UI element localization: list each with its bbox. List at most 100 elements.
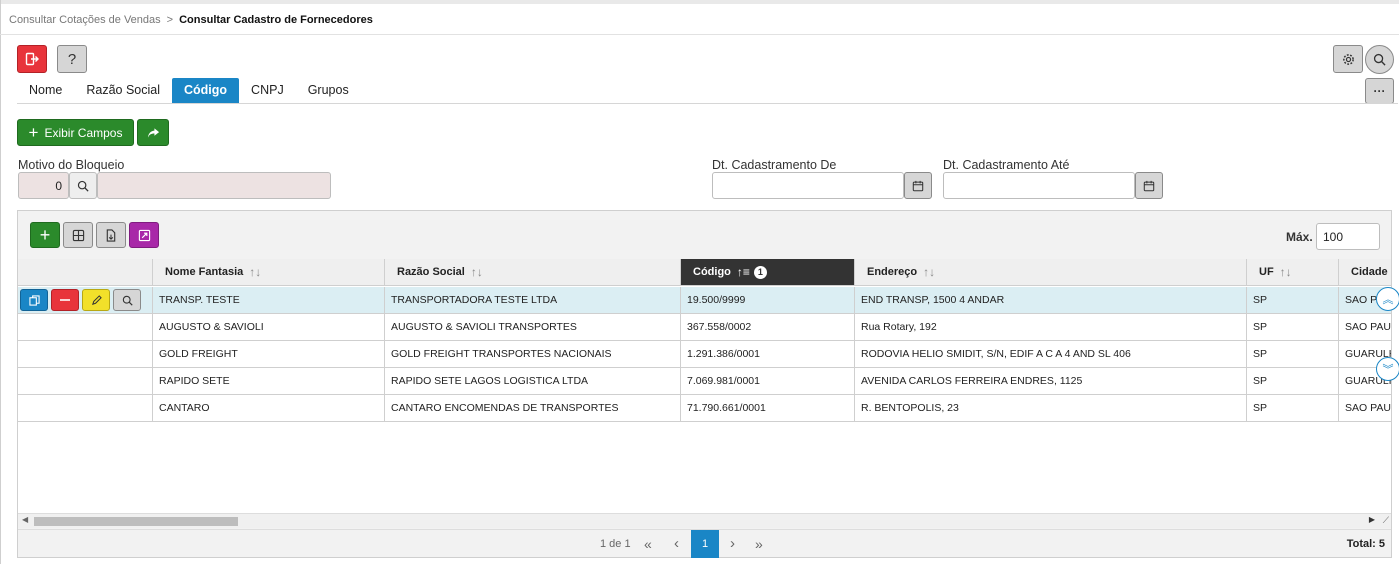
- exit-button[interactable]: [17, 45, 47, 73]
- table-row[interactable]: AUGUSTO & SAVIOLI AUGUSTO & SAVIOLI TRAN…: [18, 314, 1391, 341]
- view-button[interactable]: [113, 289, 141, 311]
- current-page-button[interactable]: 1: [691, 530, 719, 558]
- dt-cadastramento-ate-field[interactable]: [943, 172, 1135, 199]
- dt-cadastramento-ate-label: Dt. Cadastramento Até: [943, 158, 1070, 172]
- horizontal-scrollbar[interactable]: ◀ ▶ ⟋: [18, 513, 1391, 528]
- motivo-bloqueio-search-button[interactable]: [69, 172, 97, 199]
- sort-icon[interactable]: ↑↓: [471, 265, 483, 279]
- search-button[interactable]: [1365, 45, 1394, 74]
- column-title: UF: [1259, 266, 1274, 278]
- calendar-icon: [1143, 180, 1155, 191]
- sort-asc-icon[interactable]: ↑≡: [737, 265, 750, 279]
- tab-cnpj[interactable]: CNPJ: [239, 78, 296, 103]
- table-row[interactable]: TRANSP. TESTE TRANSPORTADORA TESTE LTDA …: [18, 287, 1391, 314]
- cell-razao-social: AUGUSTO & SAVIOLI TRANSPORTES: [385, 314, 681, 341]
- prev-page-button[interactable]: ‹: [674, 530, 679, 558]
- share-button[interactable]: [137, 119, 169, 146]
- dt-cadastramento-de-label: Dt. Cadastramento De: [712, 158, 837, 172]
- motivo-bloqueio-label: Motivo do Bloqueio: [18, 158, 125, 172]
- cell-razao-social: GOLD FREIGHT TRANSPORTES NACIONAIS: [385, 341, 681, 368]
- row-actions-cell: [18, 368, 153, 395]
- header-divider: [0, 34, 1399, 35]
- search-icon: [122, 295, 133, 306]
- breadcrumb-parent[interactable]: Consultar Cotações de Vendas: [9, 14, 161, 26]
- cell-cidade: SAO PAULO: [1339, 395, 1391, 422]
- grid-icon: [72, 229, 84, 241]
- dt-de-calendar-button[interactable]: [904, 172, 932, 199]
- search-tabs: Nome Razão Social Código CNPJ Grupos: [17, 78, 361, 103]
- dt-cadastramento-de-field[interactable]: [712, 172, 904, 199]
- scroll-right-icon[interactable]: ▶: [1369, 515, 1375, 524]
- page-info: 1 de 1: [600, 538, 631, 550]
- column-header-razao-social[interactable]: Razão Social ↑↓: [385, 259, 681, 286]
- motivo-bloqueio-code-field[interactable]: 0: [18, 172, 69, 199]
- tab-nome[interactable]: Nome: [17, 78, 74, 103]
- scrollbar-thumb[interactable]: [34, 517, 238, 526]
- column-header-codigo[interactable]: Código ↑≡ 1: [681, 259, 855, 286]
- cell-endereco: Rua Rotary, 192: [855, 314, 1247, 341]
- cell-uf: SP: [1247, 314, 1339, 341]
- column-header-cidade[interactable]: Cidade↑↓: [1339, 259, 1391, 286]
- cell-razao-social: CANTARO ENCOMENDAS DE TRANSPORTES: [385, 395, 681, 422]
- grid-layout-button[interactable]: [63, 222, 93, 248]
- copy-icon: [28, 294, 40, 306]
- edit-button[interactable]: [82, 289, 110, 311]
- cell-codigo: 367.558/0002: [681, 314, 855, 341]
- scroll-top-button[interactable]: ︽: [1376, 287, 1399, 311]
- dt-ate-calendar-button[interactable]: [1135, 172, 1163, 199]
- column-title: Nome Fantasia: [165, 266, 244, 278]
- table-row[interactable]: CANTARO CANTARO ENCOMENDAS DE TRANSPORTE…: [18, 395, 1391, 422]
- copy-button[interactable]: [20, 289, 48, 311]
- column-header-uf[interactable]: UF ↑↓: [1247, 259, 1339, 286]
- column-title: Endereço: [867, 266, 918, 278]
- table-row[interactable]: RAPIDO SETE RAPIDO SETE LAGOS LOGISTICA …: [18, 368, 1391, 395]
- help-icon: ?: [67, 50, 77, 68]
- cell-nome-fantasia: RAPIDO SETE: [153, 368, 385, 395]
- column-title: Código: [693, 266, 731, 278]
- resize-grip-icon[interactable]: ⟋: [1383, 515, 1389, 526]
- cell-nome-fantasia: TRANSP. TESTE: [153, 287, 385, 314]
- more-icon: ···: [1373, 84, 1386, 98]
- scroll-left-icon[interactable]: ◀: [22, 515, 28, 524]
- settings-button[interactable]: [1333, 45, 1363, 73]
- sort-icon[interactable]: ↑↓: [923, 265, 935, 279]
- cell-uf: SP: [1247, 287, 1339, 314]
- cell-razao-social: RAPIDO SETE LAGOS LOGISTICA LTDA: [385, 368, 681, 395]
- exit-icon: [25, 52, 39, 66]
- file-export-icon: [106, 228, 116, 242]
- export-file-button[interactable]: [96, 222, 126, 248]
- cell-uf: SP: [1247, 368, 1339, 395]
- max-records-input[interactable]: 100: [1316, 223, 1380, 250]
- expand-grid-button[interactable]: [129, 222, 159, 248]
- delete-button[interactable]: [51, 289, 79, 311]
- row-actions-cell: [18, 395, 153, 422]
- motivo-bloqueio-description-field[interactable]: [97, 172, 331, 199]
- cell-uf: SP: [1247, 395, 1339, 422]
- cell-uf: SP: [1247, 341, 1339, 368]
- max-label: Máx.: [1286, 230, 1313, 244]
- exibir-campos-button[interactable]: + Exibir Campos: [17, 119, 134, 146]
- pagination-bar: 1 de 1 « ‹ 1 › » Total: 5: [18, 529, 1391, 558]
- search-icon: [77, 180, 89, 192]
- sort-icon[interactable]: ↑↓: [1280, 265, 1292, 279]
- column-header-nome-fantasia[interactable]: Nome Fantasia ↑↓: [153, 259, 385, 286]
- window-top-bar: [0, 0, 1399, 4]
- help-button[interactable]: ?: [57, 45, 87, 73]
- gear-icon: [1342, 53, 1354, 65]
- column-header-endereco[interactable]: Endereço ↑↓: [855, 259, 1247, 286]
- cell-codigo: 1.291.386/0001: [681, 341, 855, 368]
- sort-icon[interactable]: ↑↓: [249, 265, 261, 279]
- row-actions-cell: [18, 341, 153, 368]
- tab-razao-social[interactable]: Razão Social: [74, 78, 172, 103]
- next-page-button[interactable]: ›: [730, 530, 735, 558]
- add-record-button[interactable]: +: [30, 222, 60, 248]
- exibir-campos-label: Exibir Campos: [44, 125, 123, 140]
- more-options-button[interactable]: ···: [1365, 78, 1394, 104]
- last-page-button[interactable]: »: [755, 530, 763, 558]
- first-page-button[interactable]: «: [644, 530, 652, 558]
- tab-grupos[interactable]: Grupos: [296, 78, 361, 103]
- cell-codigo: 19.500/9999: [681, 287, 855, 314]
- tab-codigo[interactable]: Código: [172, 78, 240, 103]
- scroll-bottom-button[interactable]: ︾: [1376, 357, 1399, 381]
- table-row[interactable]: GOLD FREIGHT GOLD FREIGHT TRANSPORTES NA…: [18, 341, 1391, 368]
